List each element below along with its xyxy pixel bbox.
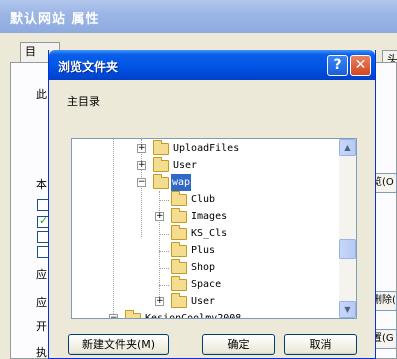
- tree-item-label: User: [173, 160, 198, 171]
- scroll-down-button[interactable]: ▼: [339, 301, 356, 318]
- properties-window-title: 默认网站 属性: [10, 12, 100, 27]
- tree-item-label: Space: [191, 279, 222, 290]
- folder-icon: [153, 140, 169, 155]
- expand-icon[interactable]: +: [137, 161, 146, 170]
- tree-item-kesioncoolmv2008[interactable]: − KesionCoolmv2008: [72, 310, 340, 319]
- tree-item-label: Plus: [191, 245, 216, 256]
- close-icon: ✕: [354, 57, 367, 73]
- tree-item-space[interactable]: Space: [72, 276, 340, 293]
- label-4: 开: [36, 320, 47, 333]
- label-1: 本: [36, 178, 47, 191]
- tree-item-ks-cls[interactable]: KS_Cls: [72, 225, 340, 242]
- folder-icon: [171, 225, 187, 240]
- dialog-title: 浏览文件夹: [58, 60, 119, 74]
- tree-item-user-sub[interactable]: + User: [72, 293, 340, 310]
- open-folder-icon: [125, 310, 141, 318]
- folder-icon: [171, 276, 187, 291]
- folder-icon: [153, 157, 169, 172]
- tree-item-images[interactable]: + Images: [72, 208, 340, 225]
- folder-icon: [171, 293, 187, 308]
- tree-item-label: Shop: [191, 262, 216, 273]
- new-folder-button-label: 新建文件夹(M): [81, 338, 156, 351]
- label-5: 执: [36, 346, 47, 359]
- tree-item-uploadfiles[interactable]: + UploadFiles: [72, 140, 340, 157]
- chevron-down-icon: ▼: [344, 305, 351, 314]
- help-button[interactable]: ?: [327, 55, 348, 76]
- dialog-titlebar[interactable]: 浏览文件夹 ? ✕: [49, 50, 375, 80]
- tree-item-label: Images: [191, 211, 228, 222]
- folder-icon: [171, 208, 187, 223]
- properties-window-titlebar: 默认网站 属性: [0, 0, 397, 33]
- expand-icon[interactable]: +: [155, 297, 164, 306]
- tree-item-label: KesionCoolmv2008: [145, 313, 242, 319]
- tree-item-wap[interactable]: − wap: [72, 174, 340, 191]
- tree-item-shop[interactable]: Shop: [72, 259, 340, 276]
- browse-folder-dialog: 浏览文件夹 ? ✕ 主目录 + UploadFiles + User − wap…: [48, 50, 376, 359]
- ok-button-label: 确定: [227, 338, 250, 351]
- tree-scrollbar[interactable]: ▲ ▼: [339, 139, 356, 318]
- open-folder-icon: [153, 174, 169, 189]
- tree-item-label: wap: [171, 174, 192, 191]
- scroll-up-button[interactable]: ▲: [339, 139, 356, 156]
- screen: 默认网站 属性 目 网 头 此 本 应 应 开 执 览(O 删除( 置(G 浏览…: [0, 0, 397, 359]
- dialog-description: 主目录: [67, 95, 100, 108]
- tab-1-label: 目: [25, 45, 36, 58]
- tree-item-user[interactable]: + User: [72, 157, 340, 174]
- tree-item-label: KS_Cls: [191, 228, 228, 239]
- folder-icon: [171, 242, 187, 257]
- folder-tree[interactable]: + UploadFiles + User − wap Club + Images…: [71, 138, 357, 319]
- cancel-button[interactable]: 取消: [284, 334, 357, 355]
- expand-icon[interactable]: +: [155, 212, 164, 221]
- help-icon: ?: [333, 57, 342, 73]
- folder-icon: [171, 259, 187, 274]
- tree-item-plus[interactable]: Plus: [72, 242, 340, 259]
- cancel-button-label: 取消: [309, 338, 332, 351]
- collapse-icon[interactable]: −: [109, 314, 118, 318]
- tree-item-label: Club: [191, 194, 216, 205]
- close-button[interactable]: ✕: [350, 55, 371, 76]
- label-3: 应: [36, 296, 47, 309]
- collapse-icon[interactable]: −: [137, 178, 146, 187]
- expand-icon[interactable]: +: [137, 144, 146, 153]
- tree-item-club[interactable]: Club: [72, 191, 340, 208]
- ok-button[interactable]: 确定: [202, 334, 275, 355]
- chevron-up-icon: ▲: [344, 143, 351, 152]
- new-folder-button[interactable]: 新建文件夹(M): [68, 334, 169, 355]
- folder-icon: [171, 191, 187, 206]
- tree-item-label: User: [191, 296, 216, 307]
- label-2: 应: [36, 268, 47, 281]
- panel-text: 此: [36, 88, 47, 101]
- scrollbar-thumb[interactable]: [339, 239, 356, 259]
- tree-item-label: UploadFiles: [173, 143, 240, 154]
